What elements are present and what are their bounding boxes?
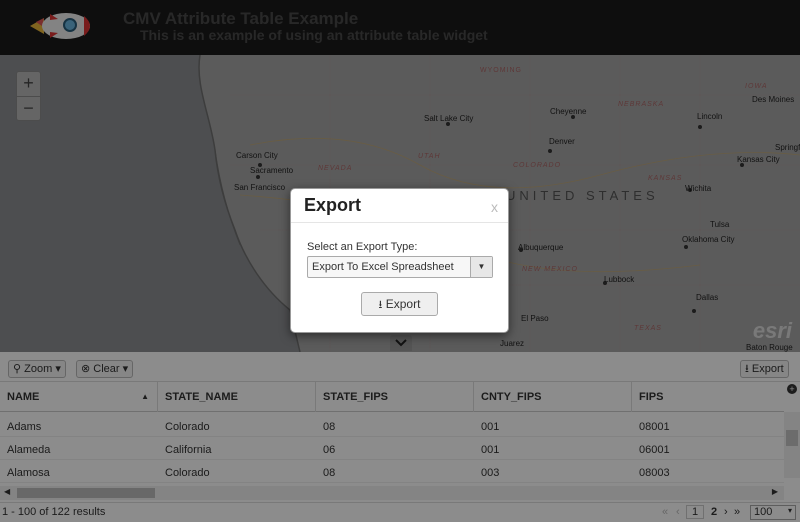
export-type-select[interactable]: Export To Excel Spreadsheet ▼ <box>307 256 493 278</box>
download-icon: ⭳ <box>378 299 383 311</box>
dialog-header: Export x <box>291 189 508 223</box>
export-dialog: Export x Select an Export Type: Export T… <box>290 188 509 333</box>
export-button[interactable]: ⭳ Export <box>361 292 438 316</box>
caret-down-icon[interactable]: ▼ <box>470 257 492 277</box>
dialog-title: Export <box>304 195 362 215</box>
export-type-value: Export To Excel Spreadsheet <box>312 261 454 273</box>
export-type-label: Select an Export Type: <box>307 241 418 253</box>
export-button-label: Export <box>385 297 421 311</box>
close-icon[interactable]: x <box>491 199 498 215</box>
